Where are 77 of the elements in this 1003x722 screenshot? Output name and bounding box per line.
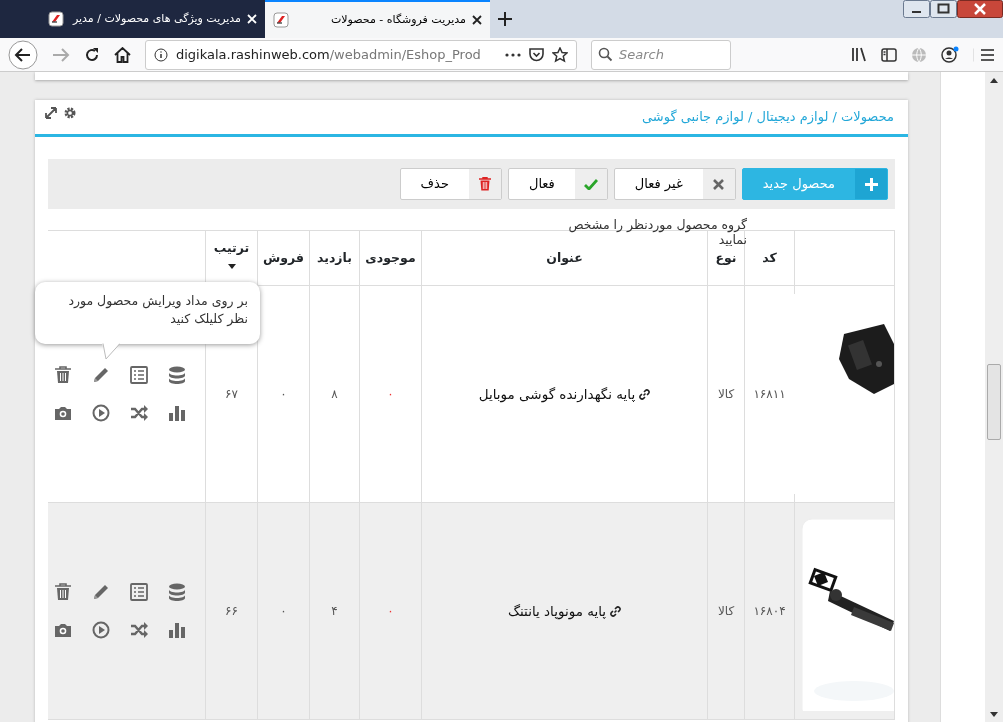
scroll-thumb[interactable] xyxy=(987,364,1001,440)
sort-caret-icon[interactable] xyxy=(227,263,236,269)
column-header: موجودی xyxy=(359,230,422,286)
table-row[interactable]: ۱۶۸۰۴ کالا پایه مونوپاد یانتنگ ۰ ۴ ۰ ۶۶ xyxy=(48,502,895,720)
browser-tab[interactable]: مدیریت ویژگی های محصولات / مدیر xyxy=(40,0,265,38)
library-icon[interactable] xyxy=(851,47,867,62)
product-code: ۱۶۸۱۱ xyxy=(753,387,786,401)
product-type: کالا xyxy=(717,387,735,401)
plus-icon xyxy=(864,177,878,191)
search-field[interactable]: Search xyxy=(591,39,731,70)
stock-count: ۰ xyxy=(387,604,394,618)
shuffle-icon[interactable] xyxy=(130,621,148,639)
camera-icon[interactable] xyxy=(54,404,72,422)
address-bar[interactable]: digikala.rashinweb.com/webadmin/Eshop_Prod xyxy=(145,39,577,70)
link-icon xyxy=(610,606,622,618)
list-icon[interactable] xyxy=(130,583,148,601)
trash-icon[interactable] xyxy=(54,583,72,601)
pocket-icon[interactable] xyxy=(529,47,544,62)
back-icon[interactable] xyxy=(8,39,38,70)
url-text: digikala.rashinweb.com/webadmin/Eshop_Prod xyxy=(176,45,482,64)
tooltip-pointer xyxy=(102,343,120,359)
trash-icon xyxy=(478,177,491,191)
list-icon[interactable] xyxy=(130,366,148,384)
scroll-down-icon[interactable] xyxy=(990,712,998,717)
stock-count: ۰ xyxy=(387,387,394,401)
column-header: فروش xyxy=(257,230,310,286)
tooltip: بر روی مداد ویرایش محصول مورد نظر کلیلک کنید xyxy=(35,282,260,344)
check-icon xyxy=(583,178,598,190)
maximize-icon[interactable] xyxy=(930,0,957,18)
sales-count: ۰ xyxy=(280,387,287,401)
sort-order: ۶۶ xyxy=(225,604,238,618)
search-placeholder: Search xyxy=(619,45,664,64)
shuffle-icon[interactable] xyxy=(130,404,148,422)
more-icon[interactable] xyxy=(505,52,521,57)
star-icon[interactable] xyxy=(552,46,568,63)
browser-tab[interactable]: مدیریت فروشگاه - محصولات xyxy=(265,0,490,38)
reload-icon[interactable] xyxy=(84,46,100,63)
link-icon xyxy=(639,389,651,401)
deactivate-button[interactable]: غیر فعال xyxy=(613,168,736,200)
info-icon[interactable] xyxy=(154,47,168,62)
expand-icon[interactable] xyxy=(45,107,57,119)
sort-order: ۶۷ xyxy=(225,387,238,401)
visit-count: ۴ xyxy=(331,604,338,618)
search-icon xyxy=(598,47,613,62)
close-icon[interactable] xyxy=(957,0,1003,18)
sales-count: ۰ xyxy=(280,604,287,618)
column-header: بازدید xyxy=(309,230,360,286)
pencil-icon[interactable] xyxy=(92,366,110,384)
database-icon[interactable] xyxy=(168,583,186,601)
sidebar-icon[interactable] xyxy=(881,47,897,62)
menu-icon[interactable] xyxy=(973,47,995,62)
site-logo-icon xyxy=(273,12,289,28)
settings-icon[interactable] xyxy=(63,107,76,119)
bar-chart-icon[interactable] xyxy=(168,404,186,422)
home-icon[interactable] xyxy=(114,46,131,63)
close-tab-icon[interactable] xyxy=(472,15,482,25)
play-icon[interactable] xyxy=(92,621,110,639)
scrollbar[interactable] xyxy=(985,72,1003,722)
product-type: کالا xyxy=(717,604,735,618)
scroll-up-icon[interactable] xyxy=(990,78,998,83)
x-icon xyxy=(713,178,725,190)
play-icon[interactable] xyxy=(92,404,110,422)
visit-count: ۸ xyxy=(331,387,338,401)
minimize-icon[interactable] xyxy=(903,0,930,18)
product-link[interactable]: پایه مونوپاد یانتنگ xyxy=(507,602,622,619)
pencil-icon[interactable] xyxy=(92,583,110,601)
camera-icon[interactable] xyxy=(54,621,72,639)
delete-button[interactable]: حذف xyxy=(399,168,502,200)
bar-chart-icon[interactable] xyxy=(168,621,186,639)
account-icon[interactable] xyxy=(941,46,959,63)
new-tab-icon[interactable] xyxy=(498,12,512,26)
activate-button[interactable]: فعال xyxy=(507,168,608,200)
product-link[interactable]: پایه نگهدارنده گوشی موبایل xyxy=(478,385,651,402)
trash-icon[interactable] xyxy=(54,366,72,384)
database-icon[interactable] xyxy=(168,366,186,384)
product-code: ۱۶۸۰۴ xyxy=(753,604,786,618)
site-logo-icon xyxy=(48,11,64,27)
